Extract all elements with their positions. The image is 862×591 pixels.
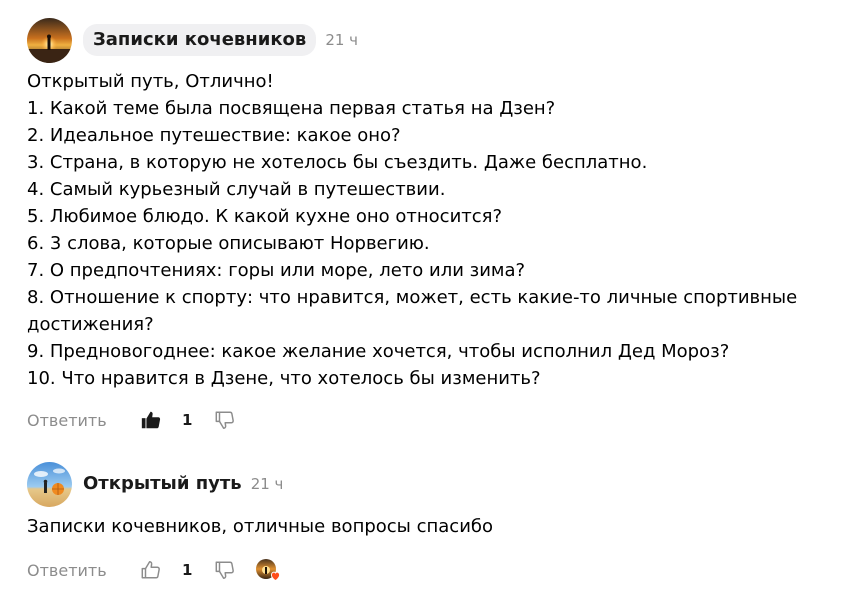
comment-text: Записки кочевников, отличные вопросы спа… (27, 516, 494, 537)
comment-header: Открытый путь 21 ч (27, 461, 852, 507)
author-liked-avatar (255, 558, 281, 582)
comment: Открытый путь 21 ч Записки кочевников, о… (27, 461, 852, 585)
author-name[interactable]: Записки кочевников (83, 24, 317, 56)
reply-button[interactable]: Ответить (27, 561, 139, 580)
thumbs-up-icon[interactable] (139, 558, 163, 582)
author-name[interactable]: Открытый путь (83, 473, 242, 495)
thumbs-down-icon[interactable] (213, 408, 237, 432)
comment-actions: Ответить 1 (27, 555, 852, 585)
author-avatar[interactable] (27, 17, 72, 63)
thumbs-down-icon[interactable] (213, 558, 237, 582)
heart-icon (270, 571, 281, 581)
comment-time: 21 ч (325, 31, 359, 49)
comment-time: 21 ч (250, 475, 284, 493)
comment-header: Записки кочевников 21 ч (27, 17, 852, 63)
thumbs-up-icon[interactable] (139, 408, 163, 432)
comment-text: Открытый путь, Отлично! 1. Какой теме бы… (27, 71, 798, 389)
author-avatar[interactable] (27, 461, 72, 507)
comment-actions: Ответить 1 (27, 405, 852, 435)
like-count: 1 (182, 561, 193, 579)
like-count: 1 (182, 411, 193, 429)
reply-button[interactable]: Ответить (27, 411, 139, 430)
comment: Записки кочевников 21 ч Открытый путь, О… (27, 17, 852, 435)
